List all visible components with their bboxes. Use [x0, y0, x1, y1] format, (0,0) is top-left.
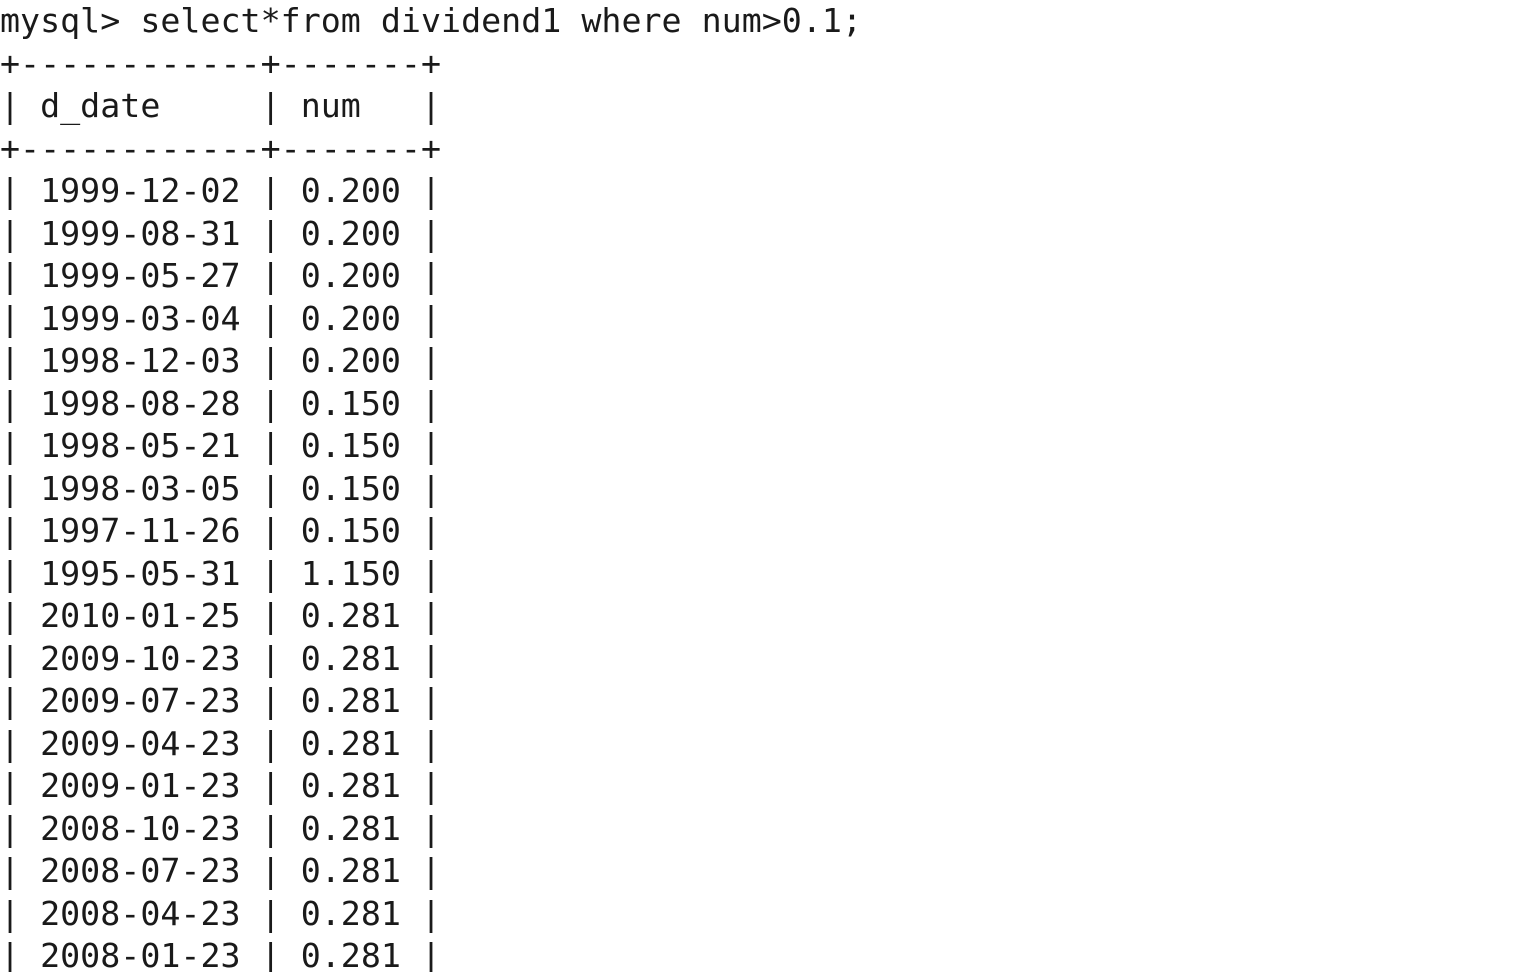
cell-d-date: 1998-12-03	[40, 341, 241, 380]
table-row: | 2009-04-23 | 0.281 |	[0, 723, 442, 763]
table-row: | 1999-12-02 | 0.200 |	[0, 171, 442, 210]
table-row: | 2008-01-23 | 0.281 |	[0, 935, 1530, 972]
cell-d-date: 1997-11-26	[40, 511, 241, 550]
command-line: mysql> select*from dividend1 where num>0…	[0, 1, 862, 40]
cell-d-date: 1998-05-21	[40, 426, 241, 465]
table-row: | 1998-05-21 | 0.150 |	[0, 426, 442, 465]
table-row: | 1999-05-27 | 0.200 |	[0, 256, 442, 295]
table-row: | 1999-08-31 | 0.200 |	[0, 213, 442, 253]
cell-d-date: 2008-07-23	[40, 851, 241, 890]
column-header-d-date: d_date	[40, 86, 161, 125]
table-border-header: +------------+-------+	[0, 128, 442, 168]
cell-num: 0.200	[300, 341, 401, 380]
table-row: | 2009-10-23 | 0.281 |	[0, 638, 442, 678]
cell-num: 0.150	[300, 511, 401, 550]
cell-d-date: 2009-04-23	[40, 723, 241, 763]
cell-num: 0.200	[300, 171, 401, 210]
table-border-top: +------------+-------+	[0, 43, 442, 83]
cell-d-date: 2009-07-23	[40, 681, 241, 720]
cell-num: 0.281	[300, 723, 401, 763]
cell-d-date: 2008-10-23	[40, 808, 241, 848]
table-row: | 1997-11-26 | 0.150 |	[0, 511, 442, 550]
table-row: | 1999-03-04 | 0.200 |	[0, 298, 442, 338]
table-row: | 1998-12-03 | 0.200 |	[0, 341, 442, 380]
cell-num: 0.150	[300, 383, 401, 423]
cell-d-date: 1998-08-28	[40, 383, 241, 423]
table-row: | 2008-04-23 | 0.281 |	[0, 893, 442, 933]
cell-num: 0.281	[300, 893, 401, 933]
terminal-output[interactable]: mysql> select*from dividend1 where num>0…	[0, 0, 1530, 972]
cell-d-date: 1999-03-04	[40, 298, 241, 338]
cell-d-date: 2010-01-25	[40, 596, 241, 635]
table-row: | 1998-08-28 | 0.150 |	[0, 383, 442, 423]
cell-num: 0.281	[300, 936, 401, 972]
table-header-row: | d_date | num |	[0, 86, 442, 125]
cell-d-date: 2008-04-23	[40, 893, 241, 933]
cell-num: 0.200	[300, 213, 401, 253]
table-row: | 1998-03-05 | 0.150 |	[0, 468, 442, 508]
table-row: | 2010-01-25 | 0.281 |	[0, 596, 442, 635]
cell-num: 1.150	[300, 553, 401, 593]
cell-d-date: 2009-01-23	[40, 766, 241, 805]
cell-num: 0.281	[300, 596, 401, 635]
cell-d-date: 2008-01-23	[40, 936, 241, 972]
cell-d-date: 2009-10-23	[40, 638, 241, 678]
cell-num: 0.281	[300, 808, 401, 848]
column-header-num: num	[300, 86, 361, 125]
cell-d-date: 1999-12-02	[40, 171, 241, 210]
cell-d-date: 1999-08-31	[40, 213, 241, 253]
cell-num: 0.200	[300, 256, 401, 295]
cell-num: 0.281	[300, 638, 401, 678]
cell-num: 0.150	[300, 426, 401, 465]
table-row: | 2009-01-23 | 0.281 |	[0, 766, 442, 805]
table-body: | 1999-12-02 | 0.200 | | 1999-08-31 | 0.2…	[0, 170, 1530, 972]
cell-d-date: 1999-05-27	[40, 256, 241, 295]
cell-num: 0.150	[300, 468, 401, 508]
cell-d-date: 1995-05-31	[40, 553, 241, 593]
table-row: | 2008-07-23 | 0.281 |	[0, 851, 442, 890]
cell-num: 0.200	[300, 298, 401, 338]
cell-d-date: 1998-03-05	[40, 468, 241, 508]
cell-num: 0.281	[300, 681, 401, 720]
cell-num: 0.281	[300, 766, 401, 805]
cell-num: 0.281	[300, 851, 401, 890]
table-row: | 2008-10-23 | 0.281 |	[0, 808, 442, 848]
table-row: | 2009-07-23 | 0.281 |	[0, 681, 442, 720]
table-row: | 1995-05-31 | 1.150 |	[0, 553, 442, 593]
